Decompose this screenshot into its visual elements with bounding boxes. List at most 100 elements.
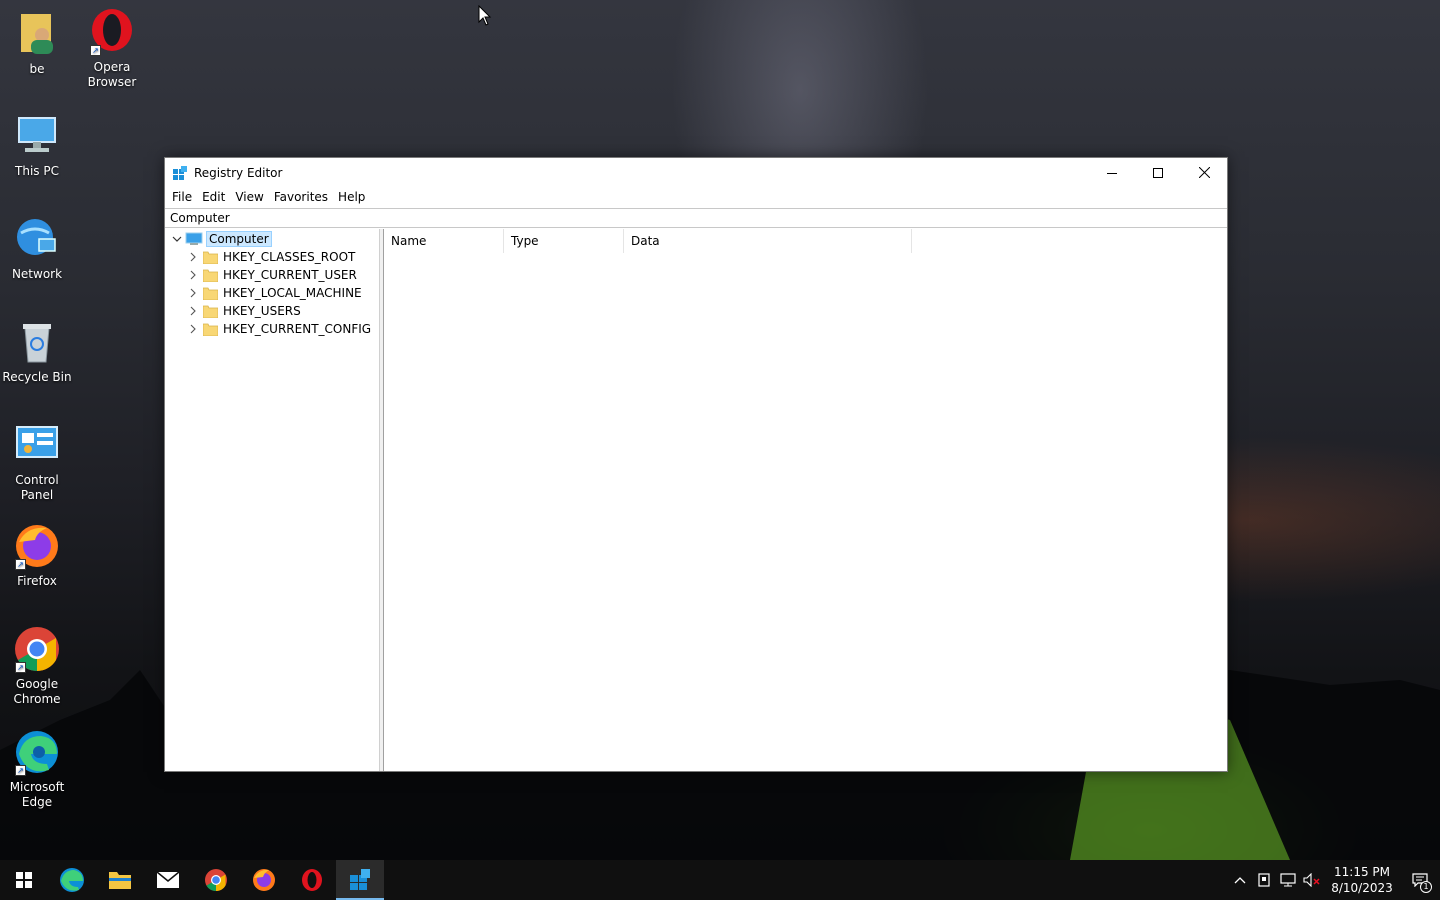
tree-item-hkey-current-user[interactable]: HKEY_CURRENT_USER [187,266,357,284]
chevron-up-icon [1234,877,1246,884]
registry-editor-icon [350,869,370,890]
expand-chevron-icon[interactable] [187,323,199,335]
this-pc-icon [13,112,61,160]
mouse-cursor-icon [478,5,492,26]
expand-chevron-icon[interactable] [187,269,199,281]
collapse-chevron-icon[interactable] [171,233,183,245]
desktop-icon-opera[interactable]: ↗ Opera Browser [75,8,149,90]
column-header-type[interactable]: Type [504,229,624,253]
tree-item-hkey-users[interactable]: HKEY_USERS [187,302,301,320]
desktop-icon-label: Opera Browser [87,60,137,89]
device-icon [1258,873,1270,887]
menu-view[interactable]: View [230,190,268,204]
desktop-icon-label: This PC [15,164,59,178]
taskbar-edge[interactable] [48,860,96,900]
menu-help[interactable]: Help [333,190,370,204]
chrome-icon: ↗ [13,625,61,673]
tree-item-hkey-current-config[interactable]: HKEY_CURRENT_CONFIG [187,320,371,338]
desktop-icon-user-folder[interactable]: be [0,10,74,77]
menu-file[interactable]: File [167,190,197,204]
minimize-button[interactable] [1089,158,1135,187]
opera-icon: ↗ [88,8,136,56]
folder-icon [203,305,218,318]
expand-chevron-icon[interactable] [187,251,199,263]
desktop-icon-label: Firefox [17,574,57,588]
firefox-icon: ↗ [13,522,61,570]
desktop-icon-firefox[interactable]: ↗ Firefox [0,522,74,589]
edge-icon [60,868,84,892]
desktop-icon-label: Google Chrome [13,677,61,706]
tree-item-hkey-local-machine[interactable]: HKEY_LOCAL_MACHINE [187,284,362,302]
start-button[interactable] [0,860,48,900]
desktop-icon-label: Microsoft Edge [9,780,65,809]
desktop-icon-this-pc[interactable]: This PC [0,112,74,179]
menu-favorites[interactable]: Favorites [269,190,333,204]
taskbar-chrome[interactable] [192,860,240,900]
tray-network[interactable] [1276,860,1300,900]
desktop-icon-label: be [29,62,45,76]
tree-item-label: HKEY_LOCAL_MACHINE [223,286,362,300]
network-icon [1280,873,1296,887]
windows-logo-icon [16,872,32,888]
edge-icon: ↗ [13,728,61,776]
volume-muted-icon [1303,873,1320,887]
close-icon [1198,167,1210,178]
control-panel-icon [13,421,61,469]
desktop-icon-recycle-bin[interactable]: Recycle Bin [0,318,74,385]
taskbar-registry-editor[interactable] [336,860,384,900]
clock-date: 8/10/2023 [1331,881,1393,895]
shortcut-arrow-icon: ↗ [15,765,26,776]
expand-chevron-icon[interactable] [187,287,199,299]
tree-item-label: Computer [206,231,272,247]
opera-icon [302,869,322,891]
key-tree[interactable]: Computer HKEY_CLASSES_ROOT HKEY_CURRENT_… [165,229,380,771]
taskbar-clock[interactable]: 11:15 PM 8/10/2023 [1324,864,1400,896]
user-folder-icon [13,10,61,58]
maximize-icon [1153,167,1163,178]
column-header-data[interactable]: Data [624,229,912,253]
mail-icon [156,871,180,888]
tree-item-hkey-classes-root[interactable]: HKEY_CLASSES_ROOT [187,248,355,266]
shortcut-arrow-icon: ↗ [15,662,26,673]
column-headers: Name Type Data [384,229,912,253]
title-bar[interactable]: Registry Editor [165,158,1227,187]
folder-icon [203,323,218,336]
close-button[interactable] [1181,158,1227,187]
menu-edit[interactable]: Edit [197,190,230,204]
expand-chevron-icon[interactable] [187,305,199,317]
maximize-button[interactable] [1135,158,1181,187]
show-hidden-icons-button[interactable] [1228,860,1252,900]
tray-meet-now[interactable] [1252,860,1276,900]
folder-icon [203,287,218,300]
address-bar[interactable]: Computer [165,208,1227,228]
shortcut-arrow-icon: ↗ [90,45,101,56]
window-title: Registry Editor [194,165,283,180]
shortcut-arrow-icon: ↗ [15,559,26,570]
desktop-icon-label: Recycle Bin [2,370,72,384]
tray-volume[interactable] [1300,860,1324,900]
desktop-icon-microsoft-edge[interactable]: ↗ Microsoft Edge [0,728,74,810]
chrome-icon [205,869,227,891]
tree-item-computer[interactable]: Computer [171,230,272,248]
taskbar-mail[interactable] [144,860,192,900]
taskbar-firefox[interactable] [240,860,288,900]
window-controls [1089,158,1227,187]
folder-icon [109,872,131,889]
values-list[interactable]: Name Type Data [384,229,1227,771]
taskbar-opera[interactable] [288,860,336,900]
desktop-icon-google-chrome[interactable]: ↗ Google Chrome [0,625,74,707]
tree-item-label: HKEY_CURRENT_USER [223,268,357,282]
taskbar-file-explorer[interactable] [96,860,144,900]
registry-editor-window: Registry Editor File Edit View Favorites… [164,157,1228,772]
action-center-button[interactable]: 1 [1400,860,1440,900]
minimize-icon [1107,172,1117,174]
tree-item-label: HKEY_USERS [223,304,301,318]
taskbar: 11:15 PM 8/10/2023 1 [0,860,1440,900]
clock-time: 11:15 PM [1334,865,1390,879]
folder-icon [203,251,218,264]
desktop-icon-label: Control Panel [15,473,59,502]
desktop-icon-control-panel[interactable]: Control Panel [0,421,74,503]
column-header-name[interactable]: Name [384,229,504,253]
registry-editor-icon [173,165,187,180]
desktop-icon-network[interactable]: Network [0,215,74,282]
